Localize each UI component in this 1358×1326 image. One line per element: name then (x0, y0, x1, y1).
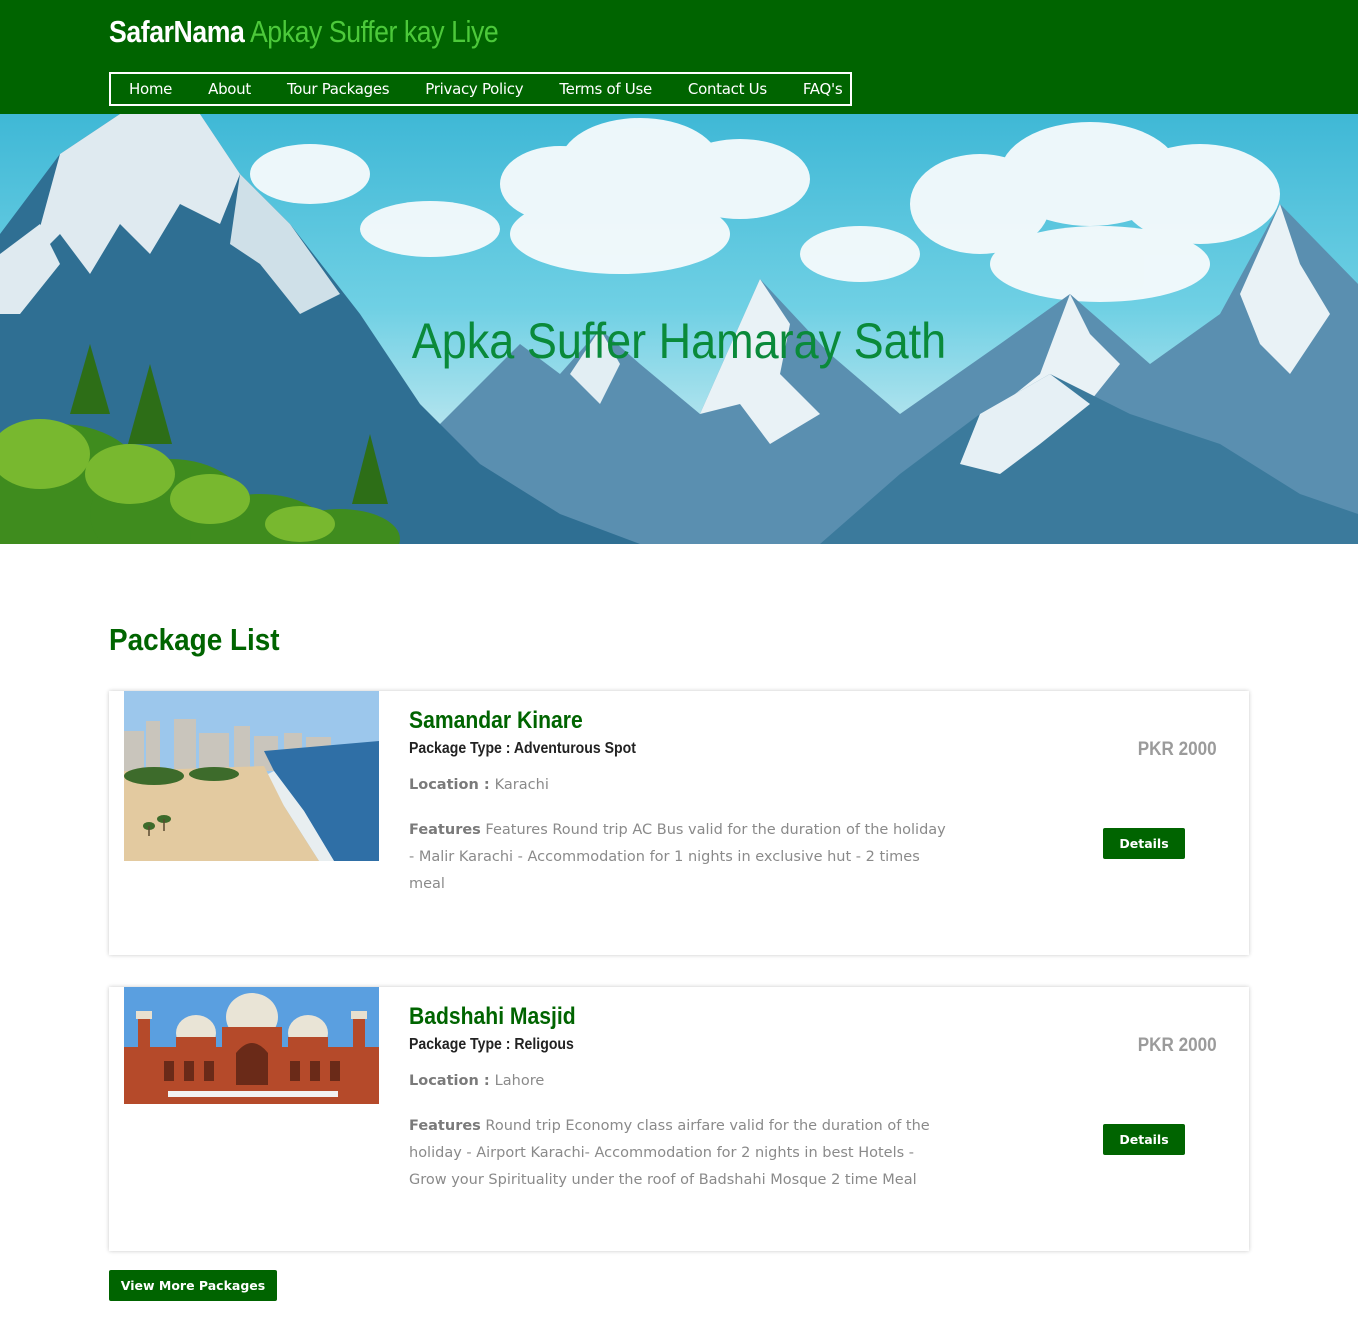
hero-banner: Apka Suffer Hamaray Sath (0, 114, 1358, 544)
package-features-label: Features (409, 822, 481, 838)
package-image-beach[interactable] (124, 691, 379, 861)
package-features-text: Round trip Economy class airfare valid f… (409, 1118, 930, 1188)
package-location-value: Lahore (494, 1073, 545, 1089)
package-list-heading: Package List (109, 622, 280, 657)
package-price: PKR 2000 (1138, 739, 1217, 760)
package-price: PKR 2000 (1138, 1035, 1217, 1056)
package-type-label: Package Type : (409, 1036, 515, 1053)
package-type-value: Religous (514, 1036, 574, 1053)
nav-home-link[interactable]: Home (129, 80, 172, 98)
site-header: SafarNama Apkay Suffer kay Liye Home Abo… (0, 0, 1358, 114)
details-button[interactable]: Details (1103, 828, 1185, 859)
main-nav: Home About Tour Packages Privacy Policy … (109, 72, 852, 106)
package-features: Features Features Round trip AC Bus vali… (409, 817, 949, 898)
view-more-packages-button[interactable]: View More Packages (109, 1270, 277, 1301)
package-card: Badshahi Masjid Package Type : Religous … (109, 987, 1249, 1251)
package-location-label: Location : (409, 1073, 495, 1089)
nav-tour-packages-link[interactable]: Tour Packages (287, 80, 390, 98)
package-type-label: Package Type : (409, 740, 514, 757)
nav-privacy-policy-link[interactable]: Privacy Policy (425, 80, 523, 98)
package-name[interactable]: Samandar Kinare (409, 707, 583, 735)
hero-title: Apka Suffer Hamaray Sath (411, 313, 947, 369)
package-location: Location : Karachi (409, 777, 549, 793)
package-location: Location : Lahore (409, 1073, 544, 1089)
package-features-label: Features (409, 1118, 481, 1134)
package-location-value: Karachi (494, 777, 549, 793)
package-features: Features Round trip Economy class airfar… (409, 1113, 949, 1194)
package-location-label: Location : (409, 777, 495, 793)
package-type-value: Adventurous Spot (513, 740, 636, 757)
nav-terms-of-use-link[interactable]: Terms of Use (559, 80, 652, 98)
package-type: Package Type : Adventurous Spot (409, 740, 636, 758)
details-button[interactable]: Details (1103, 1124, 1185, 1155)
package-type: Package Type : Religous (409, 1036, 574, 1054)
nav-contact-us-link[interactable]: Contact Us (688, 80, 767, 98)
brand-tagline: Apkay Suffer kay Liye (249, 14, 499, 49)
package-image-mosque[interactable] (124, 987, 379, 1104)
nav-faq-link[interactable]: FAQ's (803, 80, 843, 98)
brand-name: SafarNama (109, 14, 245, 49)
package-features-text: Features Round trip AC Bus valid for the… (409, 822, 946, 892)
site-logo[interactable]: SafarNama Apkay Suffer kay Liye (109, 14, 499, 50)
package-name[interactable]: Badshahi Masjid (409, 1003, 576, 1031)
package-card: Samandar Kinare Package Type : Adventuro… (109, 691, 1249, 955)
nav-about-link[interactable]: About (208, 80, 251, 98)
